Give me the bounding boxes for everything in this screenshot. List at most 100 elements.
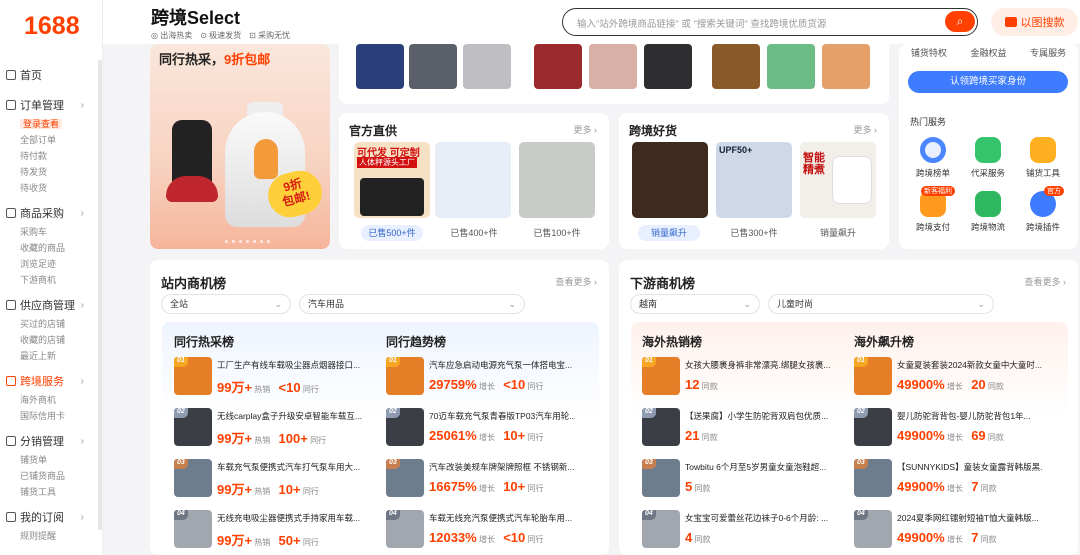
nav-login-view[interactable]: 登录查看 (6, 116, 102, 132)
service-payment[interactable]: 跨境支付 (908, 191, 958, 233)
brand-title[interactable]: 跨境Select (151, 4, 240, 30)
rank-badge: 03 (386, 459, 400, 469)
product-thumb[interactable] (644, 44, 692, 89)
nav-dist-goods[interactable]: 已铺货商品 (6, 468, 102, 484)
downstream-country-select[interactable]: 越南 ⌄ (630, 294, 760, 314)
nav-orders[interactable]: 订单管理 › (6, 94, 102, 116)
search-icon: ⌕ (956, 14, 964, 28)
product-thumb[interactable] (767, 44, 815, 89)
product-thumb[interactable] (534, 44, 582, 89)
rank-row[interactable]: 02 70迈车载充气泵青春版TP03汽车用轮... 25061% 增长 10+ 同行 (386, 408, 586, 452)
downstream-category-select[interactable]: 儿童时尚 ⌄ (768, 294, 994, 314)
product-name: 2024夏季网红镭射短袖T恤大童韩版... (897, 513, 1039, 523)
rank-row[interactable]: 02 【送果腐】小学生防驼背双肩包优质... 21 同款 (642, 408, 842, 452)
nav-bought-shops[interactable]: 买过的店铺 (6, 316, 102, 332)
tab-distribution-privilege[interactable]: 铺货特权 (911, 46, 947, 59)
rank-row[interactable]: 04 车载无线充汽泵便携式汽车轮胎车用... 12033% 增长 <10 同行 (386, 510, 586, 554)
promo-banner[interactable]: 同行热采，9折包邮 9折 包邮! (150, 44, 330, 249)
downstream-more-link[interactable]: 查看更多 › (1024, 275, 1066, 288)
tab-finance-rights[interactable]: 金融权益 (970, 46, 1006, 59)
nav-home[interactable]: 首页 (6, 64, 102, 86)
rank-row[interactable]: 04 女宝宝可爱蕾丝花边袜子0-6个月龄: ... 4 同款 (642, 510, 842, 554)
rank-row[interactable]: 04 无线充电吸尘器便携式手持家用车载... 99万+ 热销 50+ 同行 (174, 510, 374, 554)
nav-all-orders[interactable]: 全部订单 (6, 132, 102, 148)
rank-row[interactable]: 03 汽车改装美规车牌架牌照框 不锈钢新... 16675% 增长 10+ 同行 (386, 459, 586, 503)
service-plugin[interactable]: 跨境插件 (1018, 191, 1068, 233)
service-purchasing[interactable]: 代采服务 (963, 137, 1013, 179)
rank-row[interactable]: 03 【SUNNYKIDS】童装女童露背韩版黑... 49900% 增长 7 同款 (854, 459, 1054, 503)
product-scale[interactable]: 可代发 可定制 人体秤源头工厂 (354, 142, 430, 218)
nav-fav-goods[interactable]: 收藏的商品 (6, 240, 102, 256)
carousel-dots[interactable] (225, 240, 270, 243)
rank-row[interactable]: 03 车载充气泵便携式汽车打气泵车用大... 99万+ 热销 10+ 同行 (174, 459, 374, 503)
buyer-services-card: 铺货特权 金融权益 专属服务 认领跨境买家身份 热门服务 跨境榜单 代采服务 铺… (899, 44, 1078, 249)
rank-row[interactable]: 01 工厂生产有线车载吸尘器点烟器接口... 99万+ 热销 <10 同行 (174, 357, 374, 401)
service-dist-tool[interactable]: 铺货工具 (1018, 137, 1068, 179)
service-logistics[interactable]: 跨境物流 (963, 191, 1013, 233)
product-thumb[interactable] (712, 44, 760, 89)
nav-new-arrivals[interactable]: 最近上新 (6, 348, 102, 364)
logo[interactable]: 1688 (0, 0, 102, 60)
product-thumb[interactable] (589, 44, 637, 89)
product-thumb[interactable] (463, 44, 511, 89)
sales-tag: 已售300+件 (730, 228, 778, 238)
rank-row[interactable]: 01 女孩大腰裹身裤非常漂亮.绑腿女孩裹... 12 同款 (642, 357, 842, 401)
supplier-icon (6, 300, 16, 310)
rank-metrics: 99万+ 热销 <10 同行 (217, 380, 319, 395)
chevron-down-icon: ⌄ (977, 299, 985, 309)
service-ranking[interactable]: 跨境榜单 (908, 137, 958, 179)
product-sleeves[interactable]: UPF50+ (716, 142, 792, 218)
rank-metrics: 4 同款 (685, 530, 711, 545)
hot-purchase-title: 同行热采榜 (174, 335, 235, 349)
nav-overseas[interactable]: 海外商机 (6, 392, 102, 408)
product-mop[interactable] (519, 142, 595, 218)
official-more-link[interactable]: 更多 › (573, 123, 597, 136)
rank-row[interactable]: 02 无线carplay盒子升级安卓智能车载互... 99万+ 热销 100+ 同行 (174, 408, 374, 452)
product-thumb[interactable] (822, 44, 870, 89)
nav-rules[interactable]: 规则提醒 (6, 528, 102, 544)
station-scope-select[interactable]: 全站 ⌄ (161, 294, 291, 314)
image-search-button[interactable]: 以图搜款 (991, 8, 1078, 36)
product-lamp[interactable] (632, 142, 708, 218)
nav-cross-border[interactable]: 跨境服务 › (6, 370, 102, 392)
new-user-badge: 新客福利 (921, 186, 955, 196)
massager-head (166, 176, 218, 202)
rank-badge: 04 (642, 510, 656, 520)
nav-suppliers[interactable]: 供应商管理 › (6, 294, 102, 316)
rank-row[interactable]: 03 Towbitu 6个月至5岁男童女童泡鞋超... 5 同款 (642, 459, 842, 503)
sidebar-scrollbar[interactable] (98, 60, 102, 530)
rank-badge: 01 (642, 357, 656, 367)
rank-row[interactable]: 01 女童夏装套装2024新款女童中大童时... 49900% 增长 20 同款 (854, 357, 1054, 401)
tab-exclusive-service[interactable]: 专属服务 (1030, 46, 1066, 59)
station-category-select[interactable]: 汽车用品 ⌄ (299, 294, 525, 314)
nav-distribution[interactable]: 分销管理 › (6, 430, 102, 452)
rank-row[interactable]: 01 汽车应急启动电源充气泵一体搭电宝... 29759% 增长 <10 同行 (386, 357, 586, 401)
search-input[interactable]: 输入"站外跨境商品链接" 或 "搜索关键词" 查找跨境优质货源 (577, 16, 826, 30)
product-name: 汽车应急启动电源充气泵一体搭电宝... (429, 360, 573, 370)
nav-history[interactable]: 浏览足迹 (6, 256, 102, 272)
nav-downstream[interactable]: 下游商机 (6, 272, 102, 288)
rank-row[interactable]: 04 2024夏季网红镭射短袖T恤大童韩版... 49900% 增长 7 同款 (854, 510, 1054, 554)
search-box[interactable]: 输入"站外跨境商品链接" 或 "搜索关键词" 查找跨境优质货源 ⌕ (562, 8, 978, 36)
product-towels[interactable] (435, 142, 511, 218)
rank-metrics: 49900% 增长 7 同款 (897, 479, 997, 494)
nav-purchase[interactable]: 商品采购 › (6, 202, 102, 224)
nav-to-ship[interactable]: 待发货 (6, 164, 102, 180)
claim-identity-button[interactable]: 认领跨境买家身份 (908, 71, 1068, 93)
sales-tag: 已售400+件 (450, 228, 498, 238)
cross-more-link[interactable]: 更多 › (853, 123, 877, 136)
product-thumb[interactable] (409, 44, 457, 89)
nav-fav-shops[interactable]: 收藏的店铺 (6, 332, 102, 348)
nav-credit-card[interactable]: 国际信用卡 (6, 408, 102, 424)
nav-cart[interactable]: 采购车 (6, 224, 102, 240)
product-cooker[interactable]: 智能精煮 (800, 142, 876, 218)
rank-row[interactable]: 02 婴儿防驼背背包-婴儿防驼背包1年... 49900% 增长 69 同款 (854, 408, 1054, 452)
station-more-link[interactable]: 查看更多 › (555, 275, 597, 288)
nav-to-receive[interactable]: 待收货 (6, 180, 102, 196)
nav-dist-tools[interactable]: 铺货工具 (6, 484, 102, 500)
nav-to-pay[interactable]: 待付款 (6, 148, 102, 164)
nav-subscribe[interactable]: 我的订阅 › (6, 506, 102, 528)
search-button[interactable]: ⌕ (945, 11, 975, 32)
nav-dist-list[interactable]: 铺货单 (6, 452, 102, 468)
product-thumb[interactable] (356, 44, 404, 89)
